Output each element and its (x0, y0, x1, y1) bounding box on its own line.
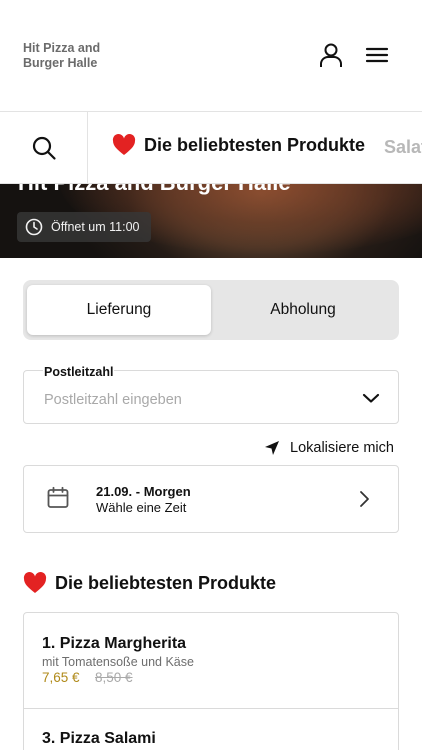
product-name: 1. Pizza Margherita (42, 635, 187, 652)
product-name: 3. Pizza Salami (42, 730, 156, 747)
search-button[interactable] (0, 112, 88, 183)
menu-icon[interactable] (364, 42, 390, 68)
restaurant-brand[interactable]: Hit Pizza and Burger Halle (23, 41, 143, 71)
user-icon[interactable] (318, 42, 344, 68)
product-list: 1. Pizza Margherita mit Tomatensoße und … (23, 612, 399, 750)
category-tab-salat[interactable]: Salat (384, 137, 422, 158)
postal-code-input[interactable] (44, 392, 344, 408)
app-header: Hit Pizza and Burger Halle (0, 0, 422, 112)
order-mode-toggle: Lieferung Abholung (23, 280, 399, 340)
postal-code-label: Postleitzahl (43, 365, 115, 379)
pickup-option[interactable]: Abholung (211, 285, 395, 335)
search-icon (32, 136, 56, 160)
product-description: mit Tomatensoße und Käse (42, 655, 194, 669)
heart-icon (23, 572, 47, 593)
locate-me-label: Lokalisiere mich (290, 440, 394, 456)
category-tab-label: Die beliebtesten Produkte (144, 134, 366, 155)
calendar-icon (46, 486, 70, 515)
hero-title: Hit Pizza and Burger Halle (18, 184, 291, 196)
category-nav: Die beliebtesten Produkte Salat (0, 112, 422, 184)
opening-hours-text: Öffnet um 11:00 (51, 220, 140, 234)
delivery-time-selector[interactable]: 21.09. - Morgen Wähle eine Zeit (23, 465, 399, 533)
product-old-price: 8,50 € (95, 670, 133, 685)
heart-icon (112, 134, 136, 155)
delivery-time-hint: Wähle eine Zeit (96, 500, 187, 515)
product-item[interactable]: 1. Pizza Margherita mit Tomatensoße und … (24, 613, 398, 709)
product-item[interactable]: 3. Pizza Salami (24, 709, 398, 750)
chevron-right-icon (358, 490, 370, 513)
clock-icon (25, 218, 43, 236)
section-title-text: Die beliebtesten Produkte (55, 572, 277, 593)
location-arrow-icon (265, 441, 279, 455)
delivery-date: 21.09. - Morgen (96, 484, 191, 499)
delivery-option[interactable]: Lieferung (27, 285, 211, 335)
hero-banner: Hit Pizza and Burger Halle Öffnet um 11:… (0, 184, 422, 258)
category-tab-popular[interactable]: Die beliebtesten Produkte (112, 134, 365, 156)
section-title: Die beliebtesten Produkte (23, 572, 276, 594)
opening-hours-badge: Öffnet um 11:00 (17, 212, 152, 242)
product-price: 7,65 € (42, 670, 80, 685)
locate-me-button[interactable]: Lokalisiere mich (264, 440, 394, 456)
chevron-down-icon[interactable] (362, 391, 380, 409)
